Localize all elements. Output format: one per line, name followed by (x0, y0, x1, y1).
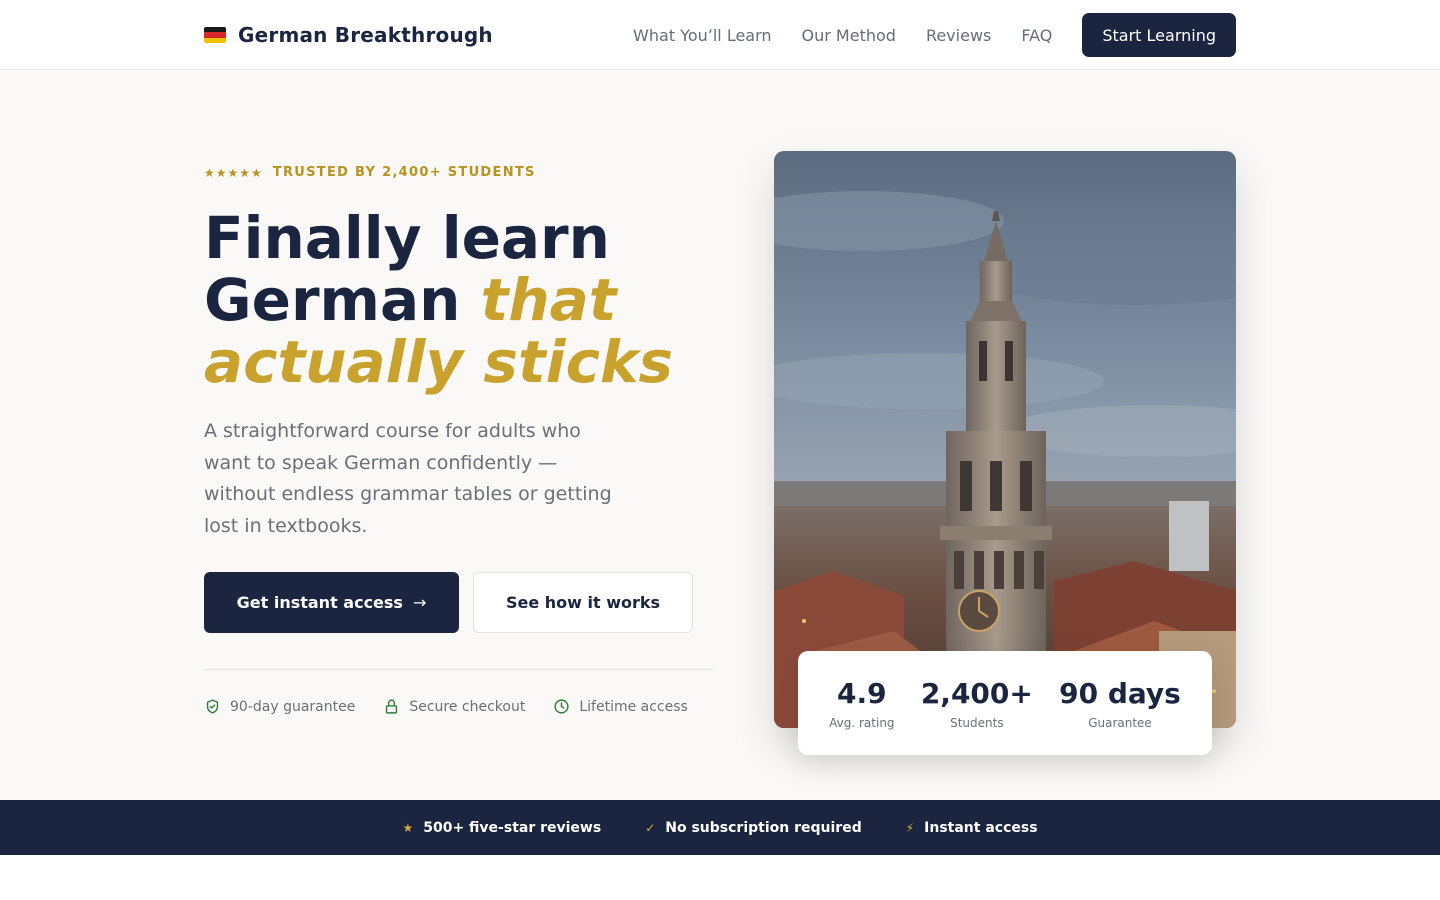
nav-links: What You’ll Learn Our Method Reviews FAQ… (633, 13, 1236, 57)
nav-link-our-method[interactable]: Our Method (802, 26, 896, 45)
banner-item-reviews: ★ 500+ five-star reviews (402, 820, 601, 836)
trust-eyebrow-text: TRUSTED BY 2,400+ STUDENTS (272, 165, 536, 180)
nav-link-what-youll-learn[interactable]: What You’ll Learn (633, 26, 771, 45)
assurance-label: 90-day guarantee (230, 698, 356, 715)
nav-link-reviews[interactable]: Reviews (926, 26, 991, 45)
banner-item-label: Instant access (924, 819, 1038, 836)
shield-check-icon (206, 699, 219, 714)
next-section (0, 855, 1440, 900)
assurance-label: Lifetime access (579, 698, 688, 715)
headline-accent-2: actually sticks (204, 328, 674, 396)
stat-label: Guarantee (1088, 716, 1152, 730)
stat-label: Students (950, 716, 1004, 730)
see-how-it-works-button[interactable]: See how it works (473, 572, 693, 633)
lock-icon (386, 699, 398, 714)
clock-icon (554, 699, 569, 714)
star-icon: ★ (402, 820, 414, 835)
stat-value: 2,400+ (920, 677, 1033, 710)
nav-link-faq[interactable]: FAQ (1021, 26, 1052, 45)
stats-card: 4.9 Avg. rating 2,400+ Students 90 days … (798, 651, 1212, 755)
rating-stars-icon: ★★★★★ (204, 165, 263, 180)
nav-inner: German Breakthrough What You’ll Learn Ou… (204, 0, 1236, 70)
assurance-item-lifetime: Lifetime access (553, 698, 688, 715)
hero-subtext: A straightforward course for adults who … (204, 420, 612, 537)
headline-line-1: Finally learn (204, 204, 610, 272)
stat-value: 90 days (1059, 677, 1181, 710)
headline-accent-1: that (480, 266, 617, 334)
assurance-label: Secure checkout (409, 698, 526, 715)
get-instant-access-label: Get instant access (236, 593, 403, 612)
hero-section: ★★★★★ TRUSTED BY 2,400+ STUDENTS Finally… (0, 71, 1440, 800)
check-icon: ✓ (645, 820, 656, 835)
stat-guarantee: 90 days Guarantee (1059, 676, 1181, 730)
banner-item-no-subscription: ✓ No subscription required (645, 820, 862, 836)
get-instant-access-button[interactable]: Get instant access → (204, 572, 459, 633)
stat-students: 2,400+ Students (921, 676, 1033, 730)
assurance-item-secure: Secure checkout (383, 698, 525, 715)
banner-item-label: 500+ five-star reviews (423, 819, 602, 836)
banner-item-instant: ⚡ Instant access (906, 820, 1038, 836)
lightning-icon: ⚡ (905, 820, 915, 835)
start-learning-button[interactable]: Start Learning (1082, 13, 1236, 57)
top-nav: German Breakthrough What You’ll Learn Ou… (0, 0, 1440, 70)
german-flag-icon (204, 27, 226, 43)
hero-divider (204, 669, 714, 670)
munich-town-hall-photo (774, 151, 1236, 728)
arrow-right-icon: → (412, 593, 427, 612)
trust-eyebrow: ★★★★★ TRUSTED BY 2,400+ STUDENTS (204, 165, 536, 180)
brand-name: German Breakthrough (238, 23, 493, 47)
brand[interactable]: German Breakthrough (204, 23, 493, 47)
stat-label: Avg. rating (829, 716, 895, 730)
headline-line-2: German (204, 266, 481, 334)
assurance-item-guarantee: 90-day guarantee (204, 698, 355, 715)
stat-value: 4.9 (837, 677, 887, 710)
benefits-banner: ★ 500+ five-star reviews ✓ No subscripti… (0, 800, 1440, 855)
assurance-list: 90-day guarantee Secure checkout Lifetim… (204, 698, 688, 715)
hero-headline: Finally learn German that actually stick… (204, 207, 724, 393)
banner-item-label: No subscription required (665, 819, 862, 836)
stat-rating: 4.9 Avg. rating (829, 676, 894, 730)
